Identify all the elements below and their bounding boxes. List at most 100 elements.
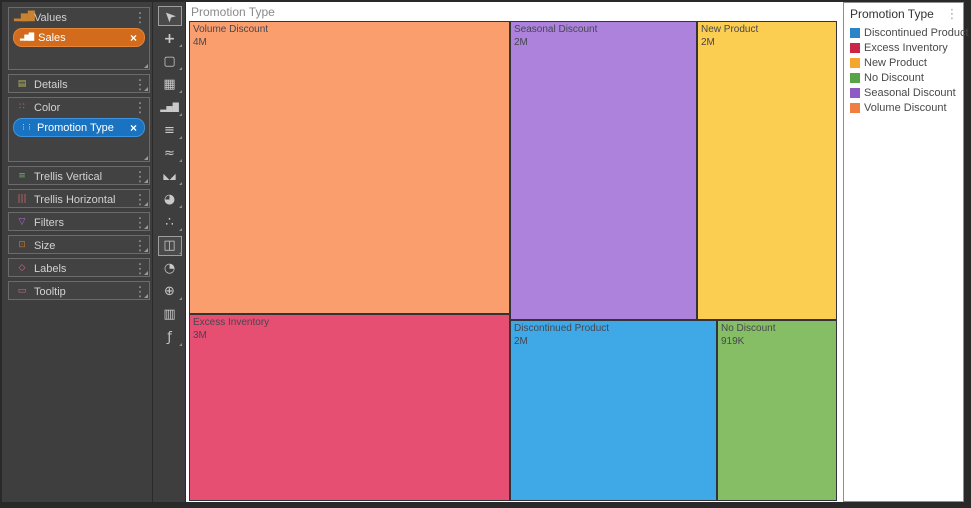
tile-value: 3M (193, 329, 509, 342)
kebab-menu-icon[interactable]: ⋮ (134, 168, 146, 184)
tool-map[interactable]: ⊕ (153, 280, 186, 303)
kebab-menu-icon[interactable]: ⋮ (134, 99, 146, 115)
pivot-grid-icon: ▥ (163, 308, 175, 321)
tool-marquee-select[interactable]: ▢ (153, 50, 186, 73)
tile-label: No Discount (721, 322, 836, 335)
tool-image-fx[interactable]: ƒ (153, 326, 186, 349)
tile-excess-inventory[interactable]: Excess Inventory3M (189, 314, 510, 501)
legend-item[interactable]: No Discount (844, 70, 963, 85)
kebab-menu-icon[interactable]: ⋮ (134, 76, 146, 92)
tool-area-chart[interactable]: ◣◢ (153, 165, 186, 188)
tool-pie-chart[interactable]: ◕ (153, 188, 186, 211)
tile-value: 2M (701, 36, 836, 49)
kebab-menu-icon[interactable]: ⋮ (134, 214, 146, 230)
legend-title: Promotion Type (850, 7, 947, 21)
kebab-menu-icon[interactable]: ⋮ (134, 237, 146, 253)
section-header: ▽Filters⋮ (9, 213, 149, 231)
pointer-icon: ➤ (160, 6, 178, 24)
map-icon: ⊕ (164, 285, 175, 298)
section-trellis-vertical[interactable]: ≡ Trellis Vertical⋮ (8, 166, 150, 185)
legend-item-label: Discontinued Product (864, 27, 969, 39)
tile-seasonal-discount[interactable]: Seasonal Discount2M (510, 21, 697, 320)
legend-item[interactable]: Discontinued Product (844, 25, 963, 40)
legend-item[interactable]: Excess Inventory (844, 40, 963, 55)
section-header: ▂▆█Values⋮ (9, 8, 149, 27)
pie-chart-icon: ◕ (164, 193, 175, 206)
field-chip[interactable]: ⋮⋮ Promotion Type × (13, 118, 145, 137)
kebab-menu-icon[interactable]: ⋮ (134, 191, 146, 207)
tooltip-bubble-icon: ▭ (14, 287, 30, 296)
tool-column-chart[interactable]: ▂▅█ (153, 96, 186, 119)
legend-swatch (850, 43, 860, 53)
legend-swatch (850, 58, 860, 68)
tool-grid[interactable]: ▦ (153, 73, 186, 96)
legend-item[interactable]: Volume Discount (844, 100, 963, 115)
legend-swatch (850, 28, 860, 38)
tile-discontinued-product[interactable]: Discontinued Product2M (510, 320, 717, 501)
tile-new-product[interactable]: New Product2M (697, 21, 837, 320)
trellis-horizontal-icon: ||| (14, 195, 30, 204)
legend-swatch (850, 103, 860, 113)
legend-item-label: Excess Inventory (864, 42, 948, 54)
section-tooltip[interactable]: ▭Tooltip⋮ (8, 281, 150, 300)
tool-pointer[interactable]: ➤ (153, 4, 186, 27)
size-icon: ⊡ (14, 241, 30, 250)
legend-header: Promotion Type ⋮ (844, 3, 963, 25)
section-details[interactable]: ▤Details⋮ (8, 74, 150, 93)
tile-value: 2M (514, 36, 696, 49)
tool-point-select[interactable]: + (153, 27, 186, 50)
tile-value: 919K (721, 335, 836, 348)
legend-item-label: Volume Discount (864, 102, 947, 114)
tile-label: Volume Discount (193, 23, 509, 36)
close-icon[interactable]: × (130, 122, 137, 134)
section-header: ||| Trellis Horizontal⋮ (9, 190, 149, 208)
section-label: Labels (34, 263, 134, 275)
column-chart-icon: ▂▅█ (160, 104, 178, 112)
kebab-menu-icon[interactable]: ⋮ (947, 7, 957, 21)
section-header: ≡ Trellis Vertical⋮ (9, 167, 149, 185)
section-values[interactable]: ▂▆█Values⋮▂▆█Sales× (8, 7, 150, 70)
section-labels[interactable]: ◇ Labels⋮ (8, 258, 150, 277)
section-label: Trellis Vertical (34, 171, 134, 183)
section-color[interactable]: ∷Color⋮⋮⋮Promotion Type× (8, 97, 150, 162)
section-header: ⊡ Size⋮ (9, 236, 149, 254)
drag-handle-icon: ⋮⋮ (20, 124, 32, 131)
tool-treemap[interactable]: ◫ (153, 234, 186, 257)
legend-item[interactable]: New Product (844, 55, 963, 70)
kebab-menu-icon[interactable]: ⋮ (134, 283, 146, 299)
close-icon[interactable]: × (130, 32, 137, 44)
tool-line-chart[interactable]: ≈ (153, 142, 186, 165)
trellis-vertical-icon: ≡ (14, 172, 30, 181)
tool-pivot-grid[interactable]: ▥ (153, 303, 186, 326)
tool-scatter-chart[interactable]: ∴ (153, 211, 186, 234)
legend-item-label: Seasonal Discount (864, 87, 956, 99)
tile-no-discount[interactable]: No Discount919K (717, 320, 837, 501)
line-chart-icon: ≈ (164, 147, 175, 160)
section-header: ∷ Color⋮ (9, 98, 149, 117)
gauge-icon: ◔ (164, 262, 175, 275)
section-trellis-horizontal[interactable]: ||| Trellis Horizontal⋮ (8, 189, 150, 208)
legend-item[interactable]: Seasonal Discount (844, 85, 963, 100)
image-fx-icon: ƒ (167, 331, 172, 344)
chip-bars-icon: ▂▆█ (20, 34, 33, 41)
section-label: Filters (34, 217, 134, 229)
tile-value: 2M (514, 335, 716, 348)
section-label: Size (34, 240, 134, 252)
section-header: ▤Details⋮ (9, 75, 149, 93)
label-tag-icon: ◇ (14, 264, 30, 273)
tool-bar-chart[interactable]: ≡ (153, 119, 186, 142)
tool-gauge[interactable]: ◔ (153, 257, 186, 280)
section-label: Color (34, 102, 134, 114)
field-chip[interactable]: ▂▆█Sales× (13, 28, 145, 47)
kebab-menu-icon[interactable]: ⋮ (134, 9, 146, 25)
section-label: Trellis Horizontal (34, 194, 134, 206)
field-chip-label: Promotion Type (37, 122, 126, 134)
section-label: Values (34, 12, 134, 24)
section-filters[interactable]: ▽Filters⋮ (8, 212, 150, 231)
chart-title: Promotion Type (191, 5, 275, 19)
kebab-menu-icon[interactable]: ⋮ (134, 260, 146, 276)
color-dots-icon: ∷ (14, 103, 30, 112)
point-select-icon: + (164, 32, 176, 46)
tile-volume-discount[interactable]: Volume Discount4M (189, 21, 510, 314)
section-size[interactable]: ⊡ Size⋮ (8, 235, 150, 254)
